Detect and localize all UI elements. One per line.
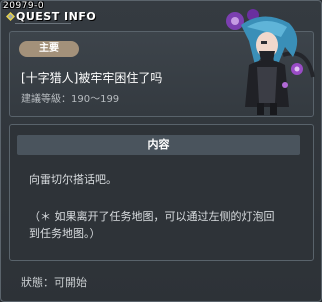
content-line-2: （＊ 如果离开了任务地图，可以通过左侧的灯泡回 bbox=[29, 210, 275, 223]
diamond-bullet-icon bbox=[6, 12, 15, 21]
content-line-1: 向雷切尔搭话吧。 bbox=[29, 173, 117, 186]
window-title: QUEST INFO bbox=[16, 10, 97, 23]
level-requirement: 建議等級：190～199 bbox=[21, 94, 120, 105]
title-underline bbox=[15, 23, 71, 24]
content-line-3: 到任务地图。） bbox=[29, 227, 101, 240]
quest-info-window: 20979-0 QUEST INFO 主要 [十字猎人]被牢牢困住了吗 建議等級… bbox=[0, 0, 322, 302]
npc-portrait bbox=[226, 9, 315, 115]
quest-name: [十字猎人]被牢牢困住了吗 bbox=[21, 71, 163, 85]
quest-type-badge: 主要 bbox=[19, 41, 79, 57]
content-header: 内容 bbox=[17, 135, 300, 155]
quest-status: 狀態：可開始 bbox=[21, 276, 87, 289]
